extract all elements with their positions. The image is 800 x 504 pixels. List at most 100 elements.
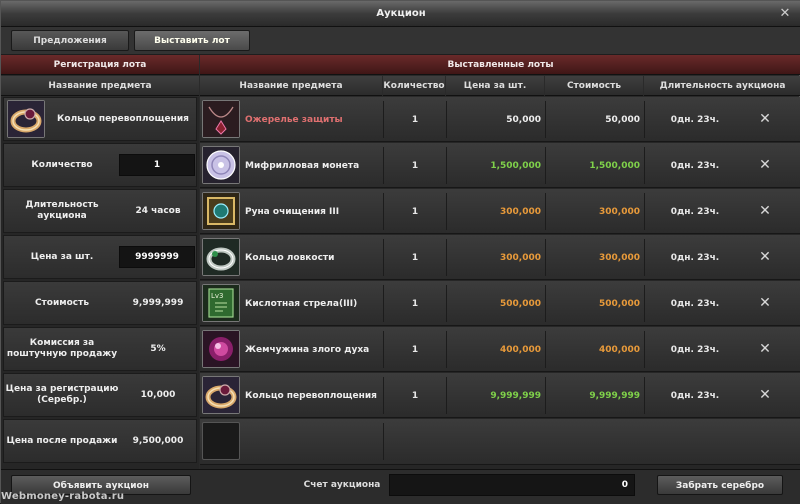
placed-lots-panel: Ожерелье защиты 1 50,000 50,000 0дн. 23ч… — [200, 97, 800, 469]
lot-registration-header: Регистрация лота — [1, 55, 199, 75]
cancel-lot-icon[interactable]: ✕ — [757, 387, 773, 403]
col-auction-duration: Длительность аукциона — [644, 76, 800, 96]
quantity-row: Количество 1 — [3, 143, 197, 187]
svg-text:Lv3: Lv3 — [211, 292, 224, 300]
cancel-lot-icon[interactable]: ✕ — [757, 111, 773, 127]
lot-name: Кольцо перевоплощения — [245, 390, 377, 401]
lot-duration: 0дн. 23ч. — [670, 114, 720, 125]
col-price-per-unit: Цена за шт. — [446, 76, 544, 96]
duration-select[interactable]: 24 часов — [120, 190, 196, 232]
cost-value: 9,999,999 — [132, 298, 184, 308]
lot-qty: 1 — [411, 344, 419, 355]
lot-row[interactable]: Ожерелье защиты 1 50,000 50,000 0дн. 23ч… — [200, 97, 800, 142]
close-window-icon[interactable]: ✕ — [777, 6, 793, 22]
lot-total: 1,500,000 — [589, 160, 640, 171]
cancel-lot-icon[interactable]: ✕ — [757, 295, 773, 311]
price-row: Цена за шт. 9999999 — [3, 235, 197, 279]
lot-name: Мифрилловая монета — [245, 160, 360, 171]
collect-silver-button[interactable]: Забрать серебро — [657, 475, 783, 495]
commission-label: Комиссия за поштучную продажу — [6, 338, 118, 359]
col-quantity: Количество — [383, 76, 445, 96]
col-total-cost: Стоимость — [545, 76, 643, 96]
cancel-lot-icon[interactable]: ✕ — [757, 341, 773, 357]
lot-row[interactable]: Кольцо перевоплощения 1 9,999,999 9,999,… — [200, 373, 800, 418]
commission-row: Комиссия за поштучную продажу 5% — [3, 327, 197, 371]
lot-price: 50,000 — [506, 114, 541, 125]
lot-duration: 0дн. 23ч. — [670, 206, 720, 217]
lot-total: 300,000 — [599, 206, 640, 217]
lot-duration: 0дн. 23ч. — [670, 390, 720, 401]
title-bar: Аукцион ✕ — [1, 1, 800, 27]
tab-place-lot[interactable]: Выставить лот — [134, 30, 250, 51]
quantity-input[interactable]: 1 — [119, 154, 195, 176]
lot-qty: 1 — [411, 160, 419, 171]
after-sale-row: Цена после продажи 9,500,000 — [3, 419, 197, 463]
duration-row: Длительность аукциона 24 часов — [3, 189, 197, 233]
selected-item-row: Кольцо перевоплощения — [3, 97, 197, 141]
window-title: Аукцион — [376, 8, 426, 19]
lot-name: Ожерелье защиты — [245, 114, 343, 125]
lot-total: 300,000 — [599, 252, 640, 263]
lot-qty: 1 — [411, 390, 419, 401]
empty-slot-icon — [202, 422, 240, 460]
lot-total: 50,000 — [605, 114, 640, 125]
cost-label: Стоимость — [34, 297, 90, 308]
lot-qty: 1 — [411, 252, 419, 263]
rune-icon — [202, 192, 240, 230]
lot-name: Кольцо ловкости — [245, 252, 335, 263]
necklace-icon — [202, 100, 240, 138]
lot-price: 1,500,000 — [490, 160, 541, 171]
lot-row[interactable]: Lv3 Кислотная стрела(III) 1 500,000 500,… — [200, 281, 800, 326]
toolbar: Предложения Выставить лот — [1, 27, 800, 55]
lot-row[interactable]: Кольцо ловкости 1 300,000 300,000 0дн. 2… — [200, 235, 800, 280]
cost-row: Стоимость 9,999,999 — [3, 281, 197, 325]
mithril-coin-icon — [202, 146, 240, 184]
quantity-label: Количество — [31, 159, 93, 170]
lot-name: Руна очищения III — [245, 206, 340, 217]
lot-duration: 0дн. 23ч. — [670, 298, 720, 309]
selected-item-name: Кольцо перевоплощения — [57, 114, 189, 124]
pearl-icon — [202, 330, 240, 368]
watermark-text: Webmoney-rabota.ru — [1, 491, 125, 502]
lot-registration-panel: Кольцо перевоплощения Количество 1 Длите… — [1, 97, 199, 469]
duration-label: Длительность аукциона — [25, 200, 99, 221]
lot-row[interactable]: Жемчужина злого духа 1 400,000 400,000 0… — [200, 327, 800, 372]
price-input[interactable]: 9999999 — [119, 246, 195, 268]
placed-lots-header: Выставленные лоты — [200, 55, 800, 75]
lot-price: 300,000 — [500, 252, 541, 263]
lot-name: Жемчужина злого духа — [245, 344, 370, 355]
commission-value: 5% — [150, 344, 166, 354]
lot-price: 9,999,999 — [490, 390, 541, 401]
auction-window: Аукцион ✕ Предложения Выставить лот Реги… — [0, 0, 800, 504]
lot-price: 400,000 — [500, 344, 541, 355]
auction-account-value: 0 — [389, 474, 635, 496]
empty-lot-row — [200, 419, 800, 465]
cancel-lot-icon[interactable]: ✕ — [757, 249, 773, 265]
lot-price: 300,000 — [500, 206, 541, 217]
cancel-lot-icon[interactable]: ✕ — [757, 203, 773, 219]
lot-duration: 0дн. 23ч. — [670, 344, 720, 355]
lot-row[interactable]: Руна очищения III 1 300,000 300,000 0дн.… — [200, 189, 800, 234]
auction-account-label: Счет аукциона — [303, 480, 381, 490]
left-col-item-name: Название предмета — [1, 76, 199, 96]
ring-icon — [202, 238, 240, 276]
lot-total: 9,999,999 — [589, 390, 640, 401]
reincarnation-ring-icon[interactable] — [7, 100, 45, 138]
cancel-lot-icon[interactable]: ✕ — [757, 157, 773, 173]
registration-fee-label: Цена за регистрацию (Серебр.) — [5, 384, 119, 405]
lot-qty: 1 — [411, 206, 419, 217]
lot-total: 400,000 — [599, 344, 640, 355]
lot-name: Кислотная стрела(III) — [245, 298, 358, 309]
reincarnation-ring-icon — [202, 376, 240, 414]
lot-row[interactable]: Мифрилловая монета 1 1,500,000 1,500,000… — [200, 143, 800, 188]
lot-price: 500,000 — [500, 298, 541, 309]
price-label: Цена за шт. — [30, 251, 94, 262]
registration-fee-value: 10,000 — [140, 390, 176, 400]
tab-offers[interactable]: Предложения — [11, 30, 129, 51]
lot-qty: 1 — [411, 114, 419, 125]
after-sale-value: 9,500,000 — [132, 436, 184, 446]
lot-total: 500,000 — [599, 298, 640, 309]
registration-fee-row: Цена за регистрацию (Серебр.) 10,000 — [3, 373, 197, 417]
lot-duration: 0дн. 23ч. — [670, 160, 720, 171]
spellbook-icon: Lv3 — [202, 284, 240, 322]
